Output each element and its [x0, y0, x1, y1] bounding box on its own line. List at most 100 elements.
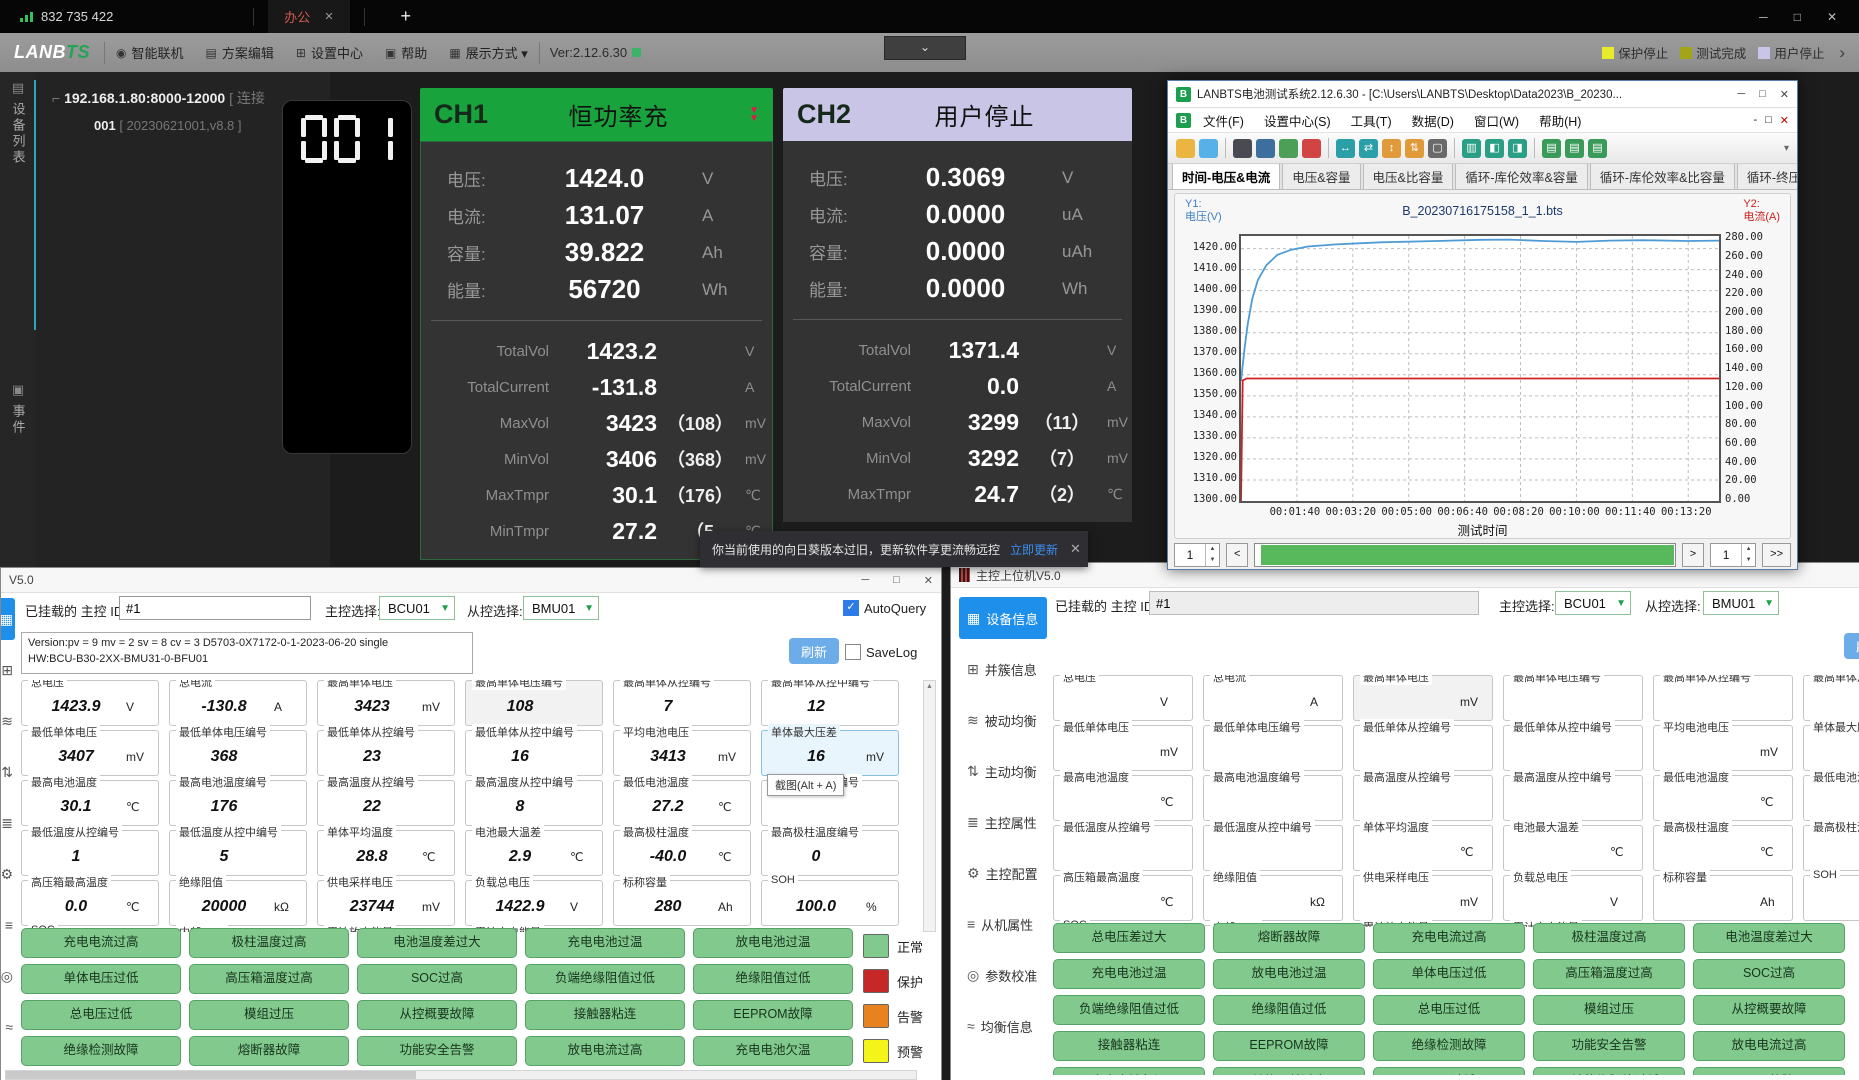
status-button[interactable]: 接触器粘连 [1053, 1031, 1205, 1061]
maximize-button[interactable]: □ [1759, 88, 1766, 101]
sidebar-item-设备信息[interactable]: ▦设备信息 [0, 598, 15, 640]
rail-tab-events[interactable]: ▣事件 [0, 382, 36, 436]
zoom-fit-y-icon[interactable]: ⇅ [1405, 139, 1424, 158]
spin-down-icon[interactable]: ▼ [1206, 555, 1219, 566]
status-button[interactable]: EEPROM故障 [1213, 1031, 1365, 1061]
status-button[interactable]: 单体压差过大 [1213, 1067, 1365, 1075]
next-page-button[interactable]: > [1682, 543, 1704, 567]
mdi-minimize-button[interactable]: - [1753, 114, 1757, 126]
status-button[interactable]: 绝缘检测故障 [21, 1036, 181, 1066]
sidebar-item-主控配置[interactable]: ⚙主控配置 [0, 853, 15, 895]
page-spinner-left[interactable]: 1 ▲▼ [1174, 543, 1220, 567]
refresh-button[interactable]: 刷新 [789, 638, 839, 664]
menu-文件(F)[interactable]: 文件(F) [1193, 111, 1254, 130]
zoom-fit-x-icon[interactable]: ⇄ [1359, 139, 1378, 158]
status-button[interactable]: 极柱温度过高 [1533, 923, 1685, 953]
autoquery-checkbox[interactable]: ✓AutoQuery [843, 600, 926, 616]
channel-pager-icon[interactable]: ▼ ▼ [749, 107, 759, 123]
mdi-close-button[interactable]: ✕ [1780, 114, 1789, 127]
status-button[interactable]: 极柱温度过高 [189, 928, 349, 958]
status-button[interactable]: EEPROM故障 [693, 1000, 853, 1030]
insert-right-icon[interactable]: ◨ [1508, 139, 1527, 158]
chevron-right-icon[interactable]: › [1839, 43, 1845, 63]
spin-up-icon[interactable]: ▲ [1206, 544, 1219, 555]
save-icon[interactable] [1199, 139, 1218, 158]
horizontal-scrollbar[interactable] [5, 1070, 917, 1080]
menu-窗口(W)[interactable]: 窗口(W) [1464, 111, 1529, 130]
status-button[interactable]: 高压箱温度过高 [189, 964, 349, 994]
status-button[interactable]: 从控概要故障 [1693, 995, 1845, 1025]
page-spinner-right[interactable]: 1 ▲▼ [1710, 543, 1756, 567]
sidebar-item-主动均衡[interactable]: ⇅主动均衡 [0, 751, 15, 793]
chart-tab[interactable]: 循环-终压&容量 [1737, 164, 1797, 189]
rows-large-icon[interactable]: ▤ [1588, 139, 1607, 158]
spin-up-icon[interactable]: ▲ [1742, 544, 1755, 555]
minimize-button[interactable]: ─ [1737, 88, 1745, 101]
minimize-button[interactable]: ─ [861, 574, 869, 587]
master-select-dropdown[interactable]: BCU01▼ [1555, 591, 1631, 615]
zoom-x-icon[interactable]: ↔ [1336, 139, 1355, 158]
sidebar-item-主控属性[interactable]: ≣主控属性 [0, 802, 15, 844]
channel-header[interactable]: CH1恒功率充▼ ▼ [420, 88, 773, 141]
status-button[interactable]: 功能安全告警 [1533, 1031, 1685, 1061]
chart-tab[interactable]: 循环-库伦效率&比容量 [1590, 164, 1735, 189]
sidebar-item-并簇信息[interactable]: ⊞并簇信息 [0, 649, 15, 691]
channel-header[interactable]: CH2用户停止 [783, 88, 1132, 141]
close-button[interactable]: ✕ [924, 574, 933, 587]
device-tree-root[interactable]: ⌐ 192.168.1.80:8000-12000 [ 连接 [52, 88, 265, 108]
status-button[interactable]: 从控概要故障 [357, 1000, 517, 1030]
chart-tab[interactable]: 电压&容量 [1282, 164, 1360, 189]
status-button[interactable]: 正端绝缘阻值过低 [1533, 1067, 1685, 1075]
status-button[interactable]: 放电电流过高 [525, 1036, 685, 1066]
status-button[interactable]: 熔断器故障 [189, 1036, 349, 1066]
mounted-id-input[interactable] [1149, 591, 1479, 615]
rail-tab-device-list[interactable]: ▤设备列表 [0, 80, 36, 166]
menu-工具(T)[interactable]: 工具(T) [1341, 111, 1402, 130]
status-button[interactable]: 接触器粘连 [525, 1000, 685, 1030]
status-button[interactable]: 充电电池过温 [525, 928, 685, 958]
menu-数据(D)[interactable]: 数据(D) [1402, 111, 1464, 130]
vertical-scrollbar[interactable]: ▲ [923, 680, 936, 932]
close-button[interactable]: ✕ [1827, 10, 1837, 24]
insert-left-icon[interactable]: ◧ [1485, 139, 1504, 158]
maximize-button[interactable]: □ [1794, 10, 1801, 24]
open-folder-icon[interactable] [1176, 139, 1195, 158]
master-select-dropdown[interactable]: BCU01▼ [379, 596, 455, 620]
chart-tab[interactable]: 电压&比容量 [1363, 164, 1454, 189]
sidebar-item-被动均衡[interactable]: ≋被动均衡 [0, 700, 15, 742]
last-page-button[interactable]: >> [1762, 543, 1791, 567]
sidebar-item-均衡信息[interactable]: ≈均衡信息 [0, 1006, 15, 1048]
status-button[interactable]: 充电电流过高 [1373, 923, 1525, 953]
mdi-restore-button[interactable]: □ [1765, 114, 1772, 126]
status-button[interactable]: 绝缘检测故障 [1373, 1031, 1525, 1061]
sidebar-item-设备信息[interactable]: ▦设备信息 [959, 597, 1047, 639]
toolbar-menu-display-mode[interactable]: ▦展示方式 ▾ [438, 33, 538, 72]
status-button[interactable]: 模组过压 [189, 1000, 349, 1030]
chart-tab[interactable]: 时间-电压&电流 [1172, 164, 1280, 189]
schedule-alert-icon[interactable] [1302, 139, 1321, 158]
sidebar-item-主控配置[interactable]: ⚙主控配置 [959, 852, 1047, 894]
status-button[interactable]: 总电压过低 [21, 1000, 181, 1030]
remote-tab-close-icon[interactable]: ✕ [324, 10, 333, 23]
sidebar-item-并簇信息[interactable]: ⊞并簇信息 [959, 648, 1047, 690]
spin-down-icon[interactable]: ▼ [1742, 555, 1755, 566]
toolbar-overflow-icon[interactable]: ▾ [1784, 143, 1789, 154]
status-button[interactable]: 功能安全告警 [357, 1036, 517, 1066]
sidebar-item-被动均衡[interactable]: ≋被动均衡 [959, 699, 1047, 741]
toolbar-menu-plan-edit[interactable]: ▤方案编辑 [195, 33, 285, 72]
status-button[interactable]: 总电压过低 [1373, 995, 1525, 1025]
toolbar-menu-smart-link[interactable]: ◉智能联机 [105, 33, 195, 72]
status-button[interactable]: 充电电池欠温 [1053, 1067, 1205, 1075]
prev-page-button[interactable]: < [1226, 543, 1248, 567]
status-button[interactable]: 充电电流过高 [21, 928, 181, 958]
status-button[interactable]: 单体电压过低 [1373, 959, 1525, 989]
minimize-button[interactable]: ─ [1759, 10, 1768, 24]
menu-帮助(H)[interactable]: 帮助(H) [1529, 111, 1591, 130]
status-button[interactable]: 负端绝缘阻值过低 [1053, 995, 1205, 1025]
status-button[interactable]: 绝缘阻值过低 [1213, 995, 1365, 1025]
maximize-button[interactable]: □ [893, 574, 900, 587]
status-button[interactable]: 熔断器故障 [1213, 923, 1365, 953]
toolbar-menu-help[interactable]: ▣帮助 [374, 33, 438, 72]
status-button[interactable]: SOH过低 [1373, 1067, 1525, 1075]
status-button[interactable]: 电池温度差过大 [1693, 923, 1845, 953]
